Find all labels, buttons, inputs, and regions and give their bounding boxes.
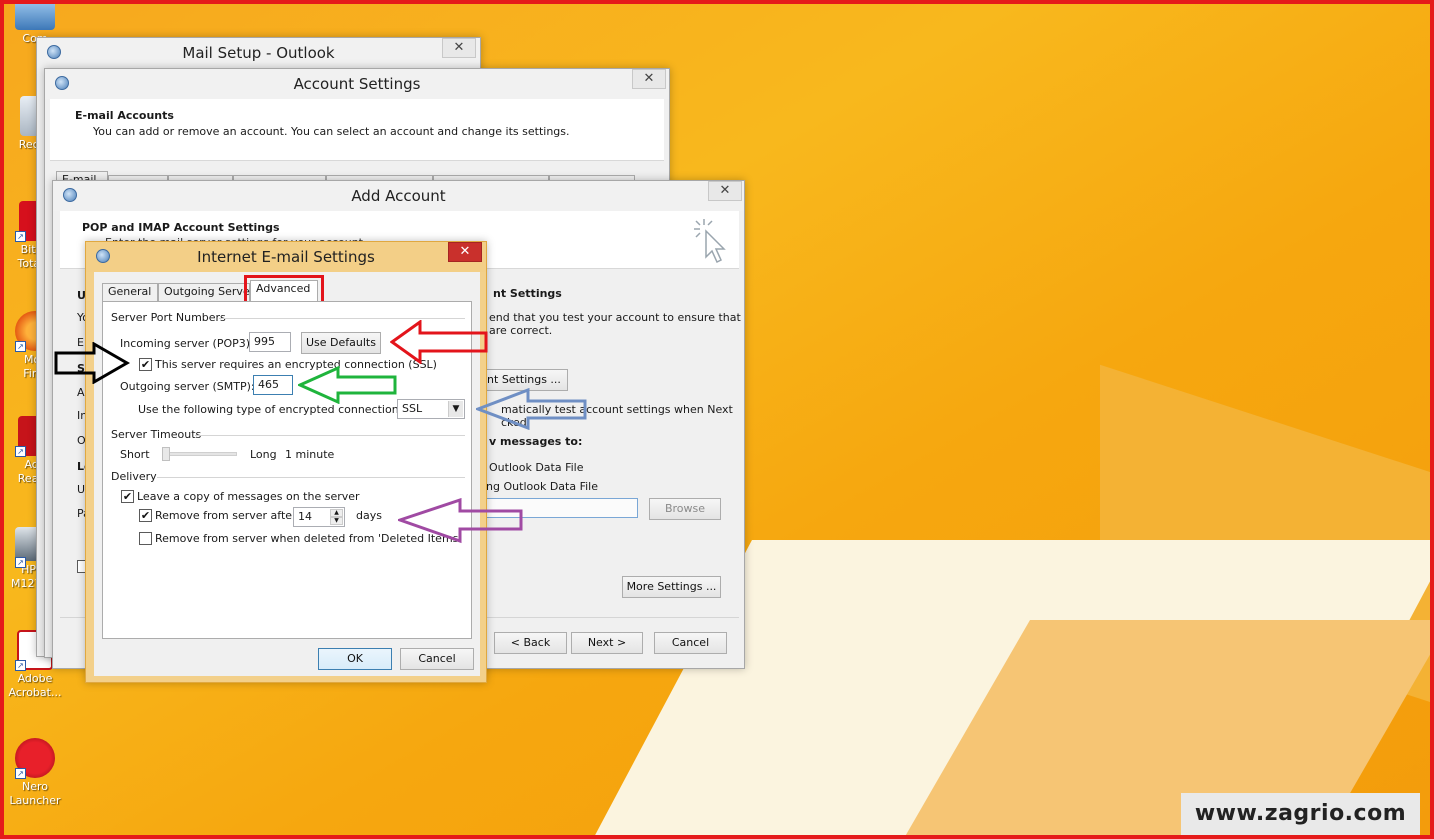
server-port-numbers-label: Server Port Numbers — [111, 311, 226, 324]
stepper-up-icon[interactable]: ▲ — [330, 509, 343, 517]
shortcut-arrow-icon: ↗ — [15, 231, 26, 242]
group-divider — [195, 435, 465, 436]
purple-arrow-annotation — [398, 498, 524, 544]
leave-copy-checkbox[interactable]: ✔ — [121, 490, 134, 503]
outgoing-port-input[interactable]: 465 — [253, 375, 293, 395]
checkmark-icon: ✔ — [122, 490, 133, 503]
shortcut-arrow-icon: ↗ — [15, 341, 26, 352]
account-settings-header: E-mail Accounts You can add or remove an… — [50, 99, 664, 161]
stepper-down-icon[interactable]: ▼ — [330, 517, 343, 525]
timeout-value: 1 minute — [285, 448, 335, 461]
more-settings-button[interactable]: More Settings ... — [622, 576, 721, 598]
remove-deleted-checkbox[interactable] — [139, 532, 152, 545]
mail-setup-titlebar: Mail Setup - Outlook ✕ — [37, 38, 480, 68]
add-account-title: Add Account — [351, 187, 446, 205]
timeout-slider-thumb[interactable] — [162, 447, 170, 461]
test-settings-description: end that you test your account to ensure… — [489, 311, 741, 324]
remove-after-days-stepper[interactable]: 14 ▲ ▼ — [293, 507, 345, 527]
chevron-down-icon[interactable]: ▼ — [448, 401, 463, 417]
encryption-type-select[interactable]: SSL ▼ — [397, 399, 465, 419]
checkmark-icon: ✔ — [140, 358, 151, 371]
desktop-icon-nero[interactable]: ↗ Nero Launcher — [0, 738, 70, 808]
close-button[interactable]: ✕ — [708, 181, 742, 201]
cancel-button[interactable]: Cancel — [400, 648, 474, 670]
encryption-type-value: SSL — [402, 402, 423, 415]
form-label-fragment: U — [77, 483, 86, 496]
outgoing-server-label: Outgoing server (SMTP): — [120, 380, 255, 393]
internet-email-settings-window: Internet E-mail Settings ✕ General Outgo… — [85, 241, 487, 683]
use-defaults-button[interactable]: Use Defaults — [301, 332, 381, 354]
red-arrow-annotation — [390, 320, 490, 364]
cursor-icon — [690, 217, 730, 265]
back-button[interactable]: < Back — [494, 632, 567, 654]
test-settings-heading: nt Settings — [493, 287, 562, 300]
close-button[interactable]: ✕ — [442, 38, 476, 58]
watermark: www.zagrio.com — [1181, 793, 1420, 835]
account-settings-title: Account Settings — [293, 75, 421, 93]
delivery-label: Delivery — [111, 470, 157, 483]
timeout-long-label: Long — [250, 448, 277, 461]
mail-setup-title: Mail Setup - Outlook — [182, 44, 335, 62]
account-settings-titlebar: Account Settings ✕ — [45, 69, 669, 99]
internet-email-titlebar: Internet E-mail Settings ✕ — [86, 242, 486, 272]
server-timeouts-label: Server Timeouts — [111, 428, 202, 441]
deliver-messages-heading: v messages to: — [489, 435, 583, 448]
checkmark-icon: ✔ — [140, 509, 151, 522]
tab-general[interactable]: General — [102, 283, 158, 301]
existing-data-file-option[interactable]: ing Outlook Data File — [483, 480, 598, 493]
email-accounts-heading: E-mail Accounts — [75, 109, 174, 122]
timeout-short-label: Short — [120, 448, 150, 461]
cancel-button[interactable]: Cancel — [654, 632, 727, 654]
leave-copy-label: Leave a copy of messages on the server — [137, 490, 360, 503]
blue-arrow-annotation — [476, 388, 588, 430]
incoming-port-input[interactable]: 995 — [249, 332, 291, 352]
shortcut-arrow-icon: ↗ — [15, 557, 26, 568]
browse-button[interactable]: Browse — [649, 498, 721, 520]
days-label: days — [356, 509, 382, 522]
form-label-fragment: A — [77, 386, 85, 399]
timeout-slider[interactable] — [162, 447, 237, 461]
shortcut-arrow-icon: ↗ — [15, 660, 26, 671]
pop-imap-heading: POP and IMAP Account Settings — [82, 221, 280, 234]
remove-after-label: Remove from server after — [155, 509, 297, 522]
next-button[interactable]: Next > — [571, 632, 643, 654]
remove-after-checkbox[interactable]: ✔ — [139, 509, 152, 522]
desktop-icon-label: Nero Launcher — [9, 780, 61, 807]
close-button[interactable]: ✕ — [448, 242, 482, 262]
computer-icon — [15, 0, 55, 30]
ssl-checkbox[interactable]: ✔ — [139, 358, 152, 371]
internet-email-title: Internet E-mail Settings — [197, 248, 375, 266]
new-data-file-option[interactable]: Outlook Data File — [489, 461, 584, 474]
group-divider — [219, 318, 465, 319]
ok-button[interactable]: OK — [318, 648, 392, 670]
group-divider — [157, 477, 465, 478]
shortcut-arrow-icon: ↗ — [15, 446, 26, 457]
email-accounts-subtitle: You can add or remove an account. You ca… — [93, 125, 570, 138]
green-arrow-annotation — [298, 366, 398, 404]
shortcut-arrow-icon: ↗ — [15, 768, 26, 779]
incoming-server-label: Incoming server (POP3): — [120, 337, 254, 350]
black-arrow-annotation — [54, 342, 130, 384]
close-button[interactable]: ✕ — [632, 69, 666, 89]
desktop-icon-label: Adobe Acrobat... — [8, 672, 62, 699]
remove-after-days-value: 14 — [298, 510, 312, 523]
add-account-titlebar: Add Account ✕ — [53, 181, 744, 211]
tab-outgoing-server[interactable]: Outgoing Serve — [158, 283, 250, 301]
encryption-type-label: Use the following type of encrypted conn… — [138, 403, 403, 416]
test-settings-description: are correct. — [489, 324, 553, 337]
